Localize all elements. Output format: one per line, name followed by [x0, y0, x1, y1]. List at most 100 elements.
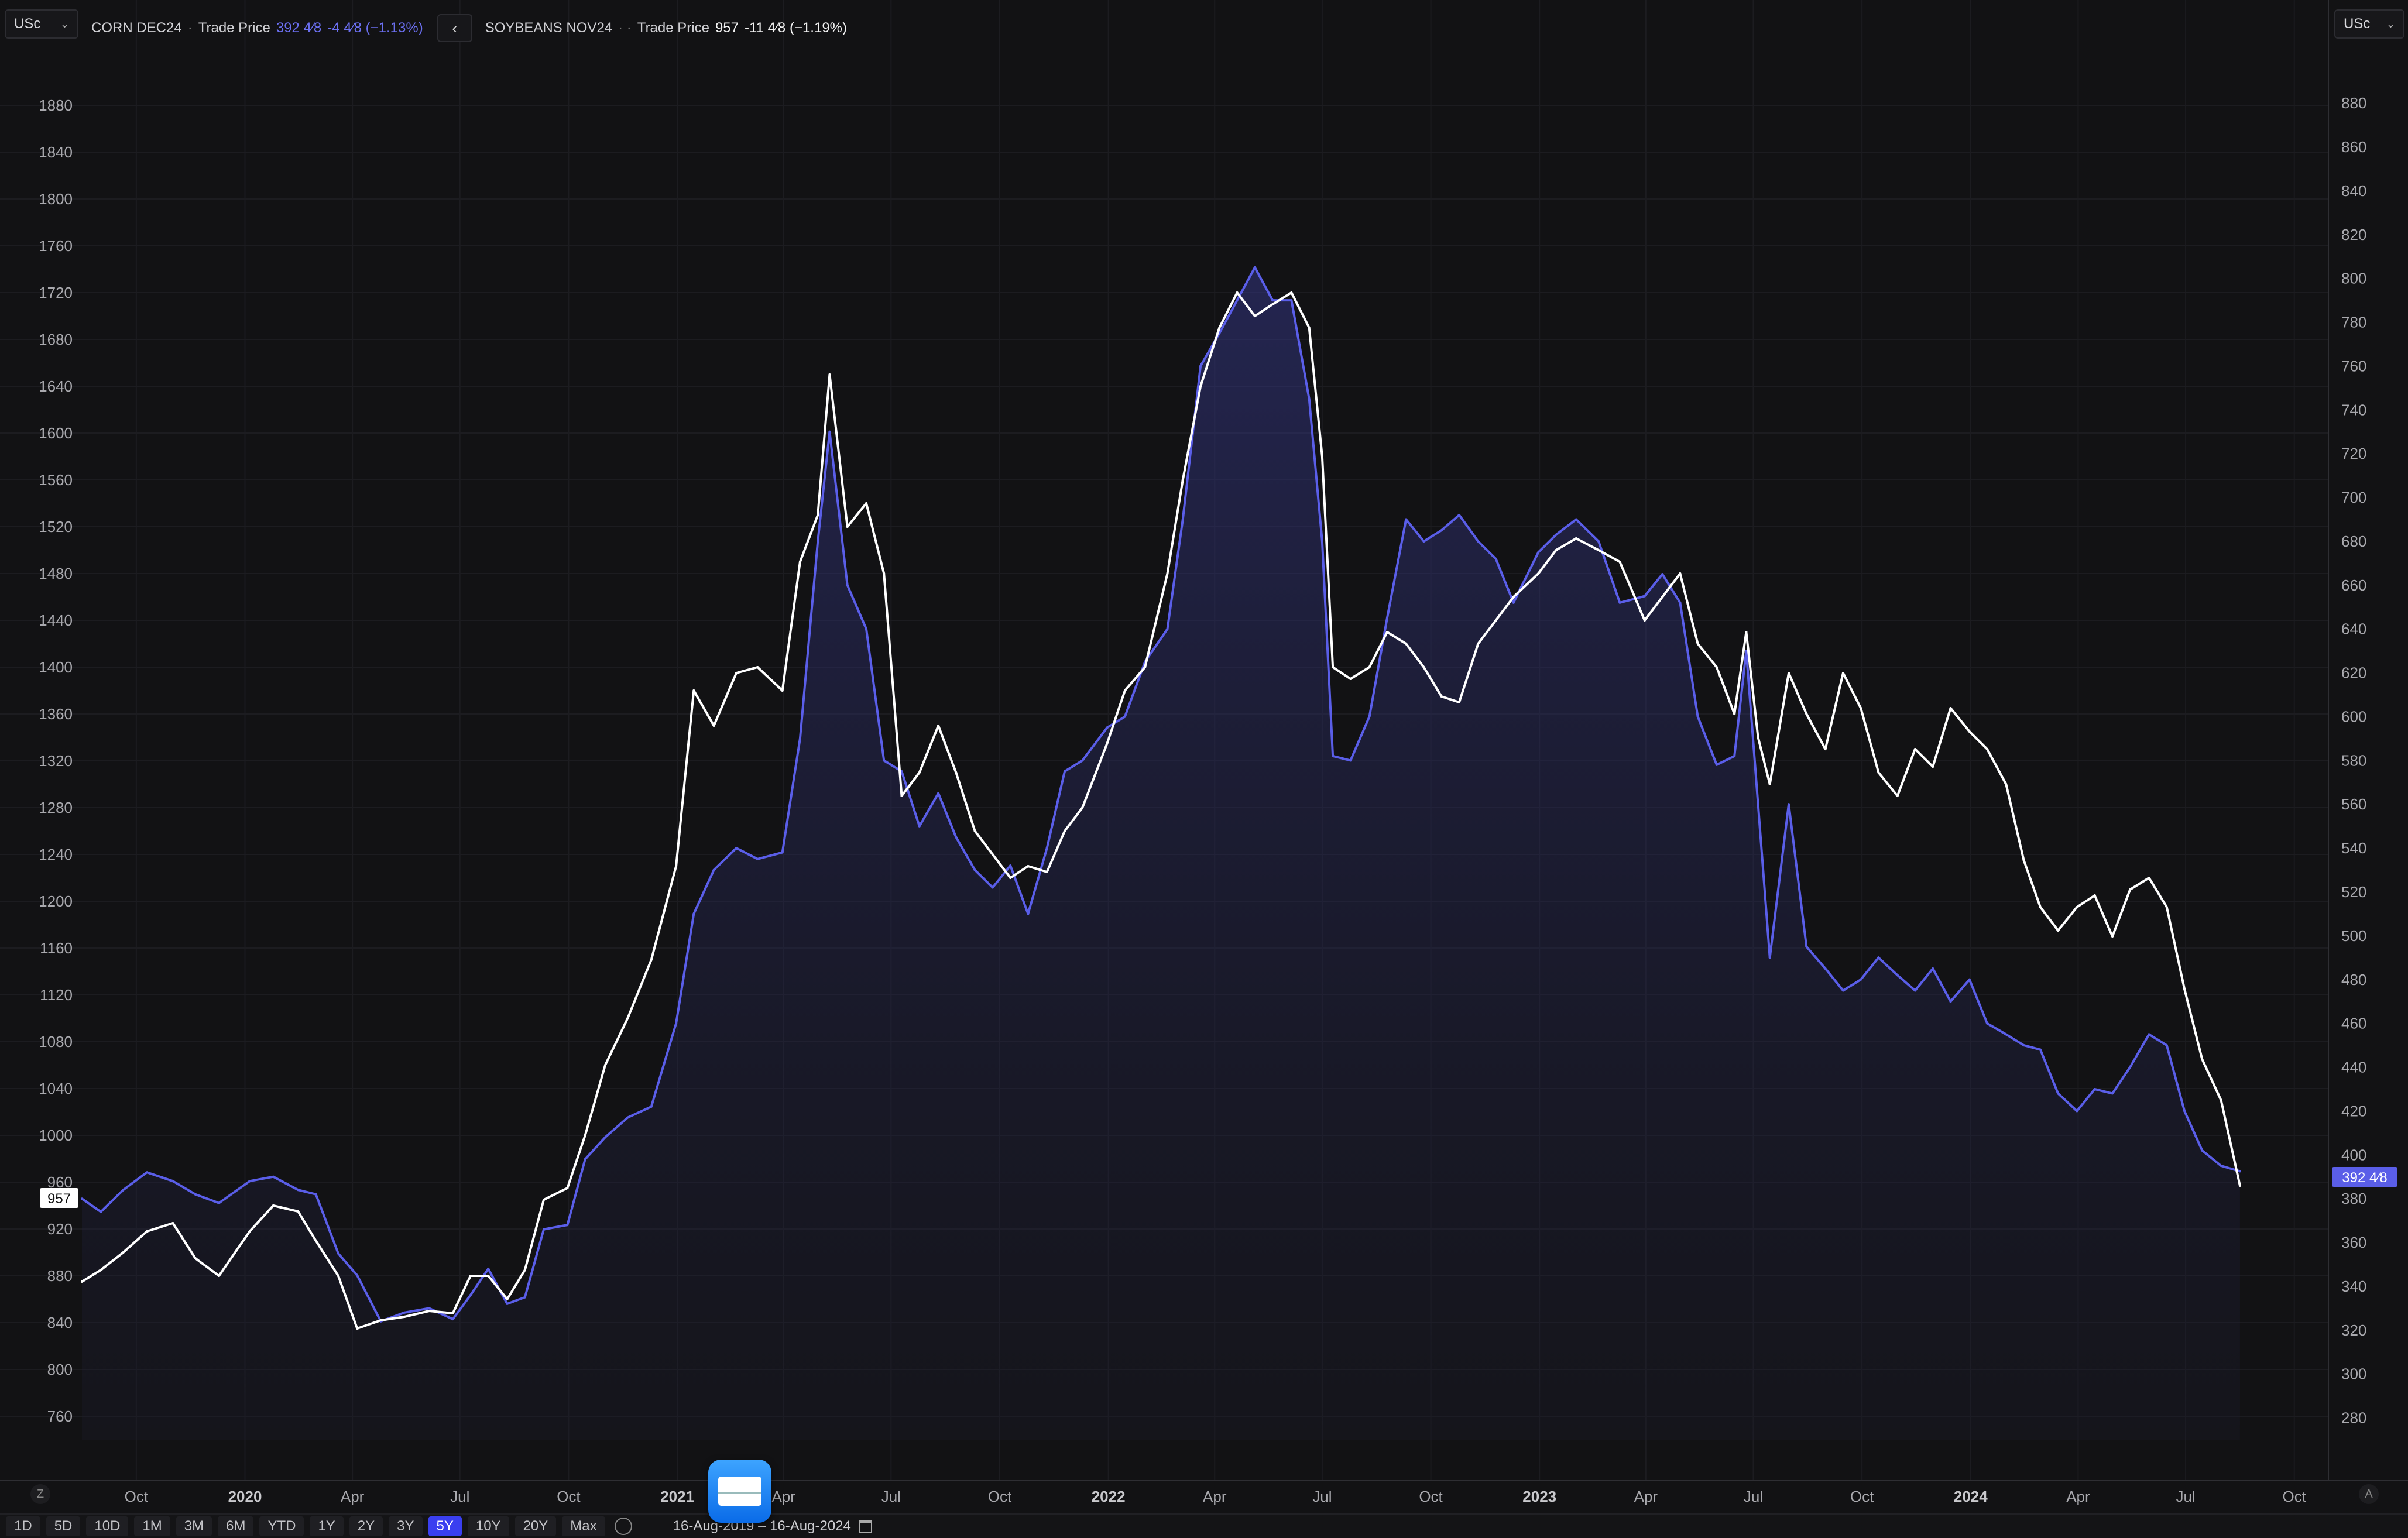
soybeans-point-15	[428, 1310, 431, 1312]
soybeans-point-84	[1733, 713, 1736, 715]
corn-point-29	[712, 868, 715, 871]
range-button-1d[interactable]: 1D	[6, 1516, 40, 1536]
corn-point-94	[1896, 974, 1899, 977]
corn-point-113	[2238, 1170, 2241, 1173]
range-button-max[interactable]: Max	[562, 1516, 605, 1536]
right-tick-label: 720	[2341, 445, 2366, 462]
right-currency-select[interactable]: USc ⌄	[2334, 9, 2404, 39]
range-button-3y[interactable]: 3Y	[389, 1516, 423, 1536]
x-tick-label: Apr	[341, 1488, 365, 1505]
corn-point-8	[272, 1175, 275, 1178]
corn-point-21	[543, 1228, 545, 1231]
soybeans-point-44	[991, 853, 994, 856]
right-tick-label: 520	[2341, 883, 2366, 901]
corn-point-102	[2039, 1048, 2042, 1051]
left-tick-label: 1320	[39, 752, 73, 770]
soybeans-point-61	[1308, 327, 1311, 329]
corn-point-70	[1458, 514, 1460, 516]
soybeans-point-103	[2057, 929, 2060, 932]
soybeans-point-98	[1968, 730, 1971, 733]
left-tick-label: 1360	[39, 705, 73, 723]
x-tick-label: Jul	[2176, 1488, 2195, 1505]
corn-point-14	[403, 1311, 406, 1314]
soybeans-point-46	[1027, 865, 1030, 867]
range-button-6m[interactable]: 6M	[218, 1516, 254, 1536]
soy-price-change: -11 4⁄8 (−1.19%)	[745, 20, 847, 36]
left-tick-label: 1440	[39, 612, 73, 629]
right-tick-label: 360	[2341, 1234, 2366, 1251]
corn-series-name[interactable]: CORN DEC24	[91, 20, 182, 36]
corn-price-change: -4 4⁄8 (−1.13%)	[327, 20, 423, 36]
soybeans-point-94	[1896, 795, 1899, 797]
soybeans-point-82	[1696, 643, 1699, 645]
soybeans-point-10	[314, 1240, 317, 1242]
range-button-1y[interactable]: 1Y	[310, 1516, 344, 1536]
right-tick-label: 620	[2341, 664, 2366, 682]
corn-point-103	[2057, 1092, 2060, 1095]
range-button-1m[interactable]: 1M	[134, 1516, 170, 1536]
range-button-10y[interactable]: 10Y	[467, 1516, 509, 1536]
corn-point-98	[1968, 978, 1971, 981]
soybeans-point-57	[1236, 291, 1239, 294]
soybeans-point-1	[100, 1269, 102, 1271]
x-tick-label: 2023	[1522, 1488, 1556, 1505]
soy-series-name[interactable]: SOYBEANS NOV24	[485, 20, 612, 36]
range-button-2y[interactable]: 2Y	[349, 1516, 383, 1536]
x-tick-label: 2024	[1954, 1488, 1988, 1505]
collapse-legend-button[interactable]: ‹	[437, 14, 472, 42]
corn-point-109	[2165, 1044, 2168, 1047]
soybeans-point-42	[955, 771, 958, 774]
mail-app-icon[interactable]	[708, 1460, 771, 1523]
range-button-20y[interactable]: 20Y	[514, 1516, 557, 1536]
corn-point-107	[2129, 1066, 2132, 1069]
soy-price-tag-text: 957	[47, 1191, 71, 1207]
range-button-10d[interactable]: 10D	[86, 1516, 129, 1536]
soybeans-point-23	[584, 1134, 586, 1137]
date-range[interactable]: 16-Aug-2019 – 16-Aug-2024	[673, 1518, 872, 1534]
corn-point-33	[798, 737, 801, 740]
gear-icon[interactable]	[614, 1518, 632, 1535]
corn-point-96	[1932, 967, 1934, 970]
corn-point-55	[1199, 365, 1202, 368]
x-tick-label: Apr	[1203, 1488, 1227, 1505]
corn-point-41	[937, 792, 940, 795]
left-tick-label: 1720	[39, 284, 73, 301]
left-tick-label: 760	[47, 1407, 73, 1425]
corn-point-11	[337, 1252, 339, 1255]
corn-point-77	[1597, 540, 1600, 543]
left-currency-select[interactable]: USc ⌄	[5, 9, 78, 39]
soybeans-point-67	[1405, 643, 1408, 645]
soybeans-point-43	[973, 830, 976, 832]
right-tick-label: 380	[2341, 1190, 2366, 1207]
soybeans-point-78	[1618, 561, 1621, 563]
soybeans-point-63	[1332, 666, 1335, 668]
corn-point-36	[846, 583, 849, 586]
corn-point-54	[1181, 518, 1184, 521]
corn-point-25	[626, 1116, 629, 1119]
right-tick-label: 820	[2341, 226, 2366, 243]
range-button-5d[interactable]: 5D	[46, 1516, 81, 1536]
soybeans-point-66	[1385, 631, 1388, 633]
corn-point-104	[2076, 1110, 2078, 1113]
corn-point-73	[1512, 601, 1515, 604]
right-tick-label: 420	[2341, 1102, 2366, 1120]
left-tick-label: 1080	[39, 1033, 73, 1050]
time-range-bar: 1D 5D 10D 1M 3M 6M YTD 1Y 2Y 3Y 5Y 10Y 20Y Max 16-Aug…	[0, 1513, 2408, 1538]
soybeans-point-34	[817, 514, 819, 516]
left-tick-label: 1520	[39, 518, 73, 535]
right-tick-label: 680	[2341, 533, 2366, 550]
range-button-ytd[interactable]: YTD	[259, 1516, 304, 1536]
range-button-3m[interactable]: 3M	[176, 1516, 212, 1536]
soybeans-point-45	[1009, 877, 1012, 879]
auto-scale-button[interactable]: A	[2359, 1484, 2379, 1504]
corn-point-1	[100, 1210, 102, 1213]
price-chart[interactable]: 7608008408809209601000104010801120116012…	[0, 0, 2408, 1513]
soybeans-point-39	[900, 795, 903, 797]
zoom-button[interactable]: Z	[30, 1484, 50, 1504]
x-tick-label: Jul	[881, 1488, 901, 1505]
left-tick-label: 1280	[39, 799, 73, 816]
soybeans-point-70	[1458, 701, 1460, 703]
soybeans-point-9	[297, 1210, 300, 1213]
corn-point-105	[2093, 1088, 2096, 1090]
range-button-5y[interactable]: 5Y	[428, 1516, 462, 1536]
